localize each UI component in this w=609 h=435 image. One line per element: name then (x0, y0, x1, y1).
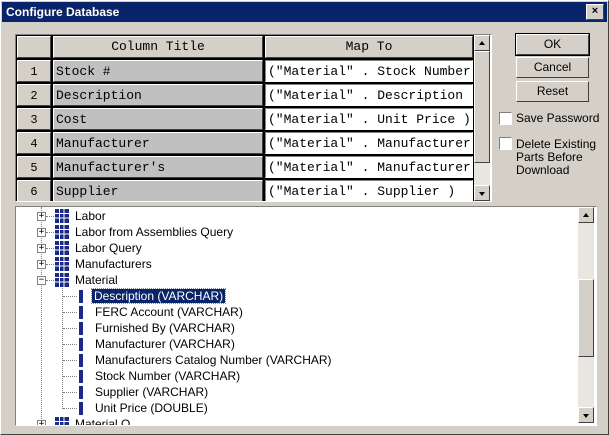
arrow-down-icon (583, 414, 589, 418)
arrow-up-icon (583, 213, 589, 217)
map-to-cell[interactable]: ("Material" . Description (264, 83, 474, 107)
map-to-cell[interactable]: ("Material" . Manufacturer (264, 131, 474, 155)
table-grid-icon (55, 225, 69, 239)
grid-scroll-thumb[interactable] (474, 51, 490, 163)
tree-guide-line (63, 328, 77, 329)
tree-column-label[interactable]: Manufacturer (VARCHAR) (95, 336, 235, 352)
tree-guide-line (41, 207, 42, 419)
tree-scroll-up-button[interactable] (578, 207, 594, 223)
tree-guide-line (63, 296, 77, 297)
table-grid-icon (55, 257, 69, 271)
tree-guide-line (46, 280, 54, 281)
grid-corner-header[interactable] (16, 35, 52, 59)
column-title-cell[interactable]: Supplier (52, 179, 264, 201)
tree-table-label[interactable]: Manufacturers (75, 256, 152, 272)
tree-guide-line (62, 285, 63, 409)
table-grid-icon (55, 273, 69, 287)
row-number[interactable]: 3 (16, 107, 52, 131)
grid-vertical-scrollbar[interactable] (474, 35, 490, 201)
tree-guide-line (46, 232, 54, 233)
expand-plus-icon[interactable]: + (37, 212, 46, 221)
window-title: Configure Database (6, 5, 120, 19)
collapse-minus-icon[interactable]: − (37, 276, 46, 285)
row-number[interactable]: 2 (16, 83, 52, 107)
column-field-icon (79, 386, 83, 399)
column-title-cell[interactable]: Stock # (52, 59, 264, 83)
tree-scroll-down-button[interactable] (578, 407, 594, 423)
close-button[interactable]: × (586, 4, 604, 20)
column-field-icon (79, 306, 83, 319)
column-field-icon (79, 370, 83, 383)
column-field-icon (79, 290, 83, 303)
map-to-header[interactable]: Map To (264, 35, 474, 59)
column-field-icon (79, 322, 83, 335)
tree-table-label[interactable]: Material Q... (75, 416, 140, 425)
tree-column-label[interactable]: Furnished By (VARCHAR) (95, 320, 235, 336)
schema-tree-view[interactable]: + Labor + Labor from Assemblies Query + … (15, 206, 597, 426)
tree-guide-line (63, 360, 77, 361)
ok-button[interactable]: OK (515, 33, 590, 56)
column-title-cell[interactable]: Description (52, 83, 264, 107)
column-field-icon (79, 354, 83, 367)
title-bar: Configure Database × (2, 2, 607, 22)
tree-vertical-scrollbar[interactable] (578, 207, 594, 423)
tree-column-label[interactable]: FERC Account (VARCHAR) (95, 304, 243, 320)
arrow-up-icon (479, 41, 485, 45)
tree-table-label[interactable]: Material (75, 272, 118, 288)
map-to-cell[interactable]: ("Material" . Manufacturer (264, 155, 474, 179)
cancel-button[interactable]: Cancel (516, 57, 589, 78)
column-title-cell[interactable]: Cost (52, 107, 264, 131)
column-field-icon (79, 402, 83, 415)
tree-column-label[interactable]: Stock Number (VARCHAR) (95, 368, 240, 384)
reset-button[interactable]: Reset (516, 81, 589, 102)
column-title-header[interactable]: Column Title (52, 35, 264, 59)
row-number[interactable]: 1 (16, 59, 52, 83)
expand-plus-icon[interactable]: + (37, 228, 46, 237)
table-grid-icon (55, 417, 69, 425)
row-number[interactable]: 4 (16, 131, 52, 155)
column-title-cell[interactable]: Manufacturer's (52, 155, 264, 179)
tree-guide-line (63, 392, 77, 393)
tree-guide-line (46, 248, 54, 249)
table-grid-icon (55, 241, 69, 255)
tree-table-label[interactable]: Labor from Assemblies Query (75, 224, 233, 240)
tree-guide-line (63, 376, 77, 377)
tree-guide-line (46, 216, 54, 217)
row-number[interactable]: 6 (16, 179, 52, 201)
map-to-cell[interactable]: ("Material" . Stock Number (264, 59, 474, 83)
tree-guide-line (63, 312, 77, 313)
tree-guide-line (46, 264, 54, 265)
save-password-label: Save Password (516, 111, 600, 125)
tree-guide-line (63, 344, 77, 345)
tree-column-label[interactable]: Manufacturers Catalog Number (VARCHAR) (95, 352, 332, 368)
map-to-cell[interactable]: ("Material" . Unit Price ) (264, 107, 474, 131)
expand-plus-icon[interactable]: + (37, 420, 46, 425)
grid-scroll-down-button[interactable] (474, 185, 490, 201)
column-mapping-grid: Column Title Map To 1 Stock # ("Material… (15, 34, 492, 202)
row-number[interactable]: 5 (16, 155, 52, 179)
delete-existing-checkbox[interactable] (499, 137, 512, 150)
tree-column-label[interactable]: Supplier (VARCHAR) (95, 384, 208, 400)
expand-plus-icon[interactable]: + (37, 260, 46, 269)
tree-guide-line (63, 408, 77, 409)
map-to-cell[interactable]: ("Material" . Supplier ) (264, 179, 474, 201)
tree-scroll-thumb[interactable] (578, 279, 594, 357)
arrow-down-icon (479, 192, 485, 196)
expand-plus-icon[interactable]: + (37, 244, 46, 253)
column-title-cell[interactable]: Manufacturer (52, 131, 264, 155)
tree-column-label-selected[interactable]: Description (VARCHAR) (90, 288, 227, 304)
tree-table-label[interactable]: Labor (75, 208, 106, 224)
table-grid-icon (55, 209, 69, 223)
tree-column-label[interactable]: Unit Price (DOUBLE) (95, 400, 208, 416)
grid-scroll-up-button[interactable] (474, 35, 490, 51)
tree-table-label[interactable]: Labor Query (75, 240, 142, 256)
save-password-checkbox[interactable] (499, 112, 512, 125)
column-field-icon (79, 338, 83, 351)
delete-existing-label: Delete Existing Parts Before Download (516, 137, 597, 177)
